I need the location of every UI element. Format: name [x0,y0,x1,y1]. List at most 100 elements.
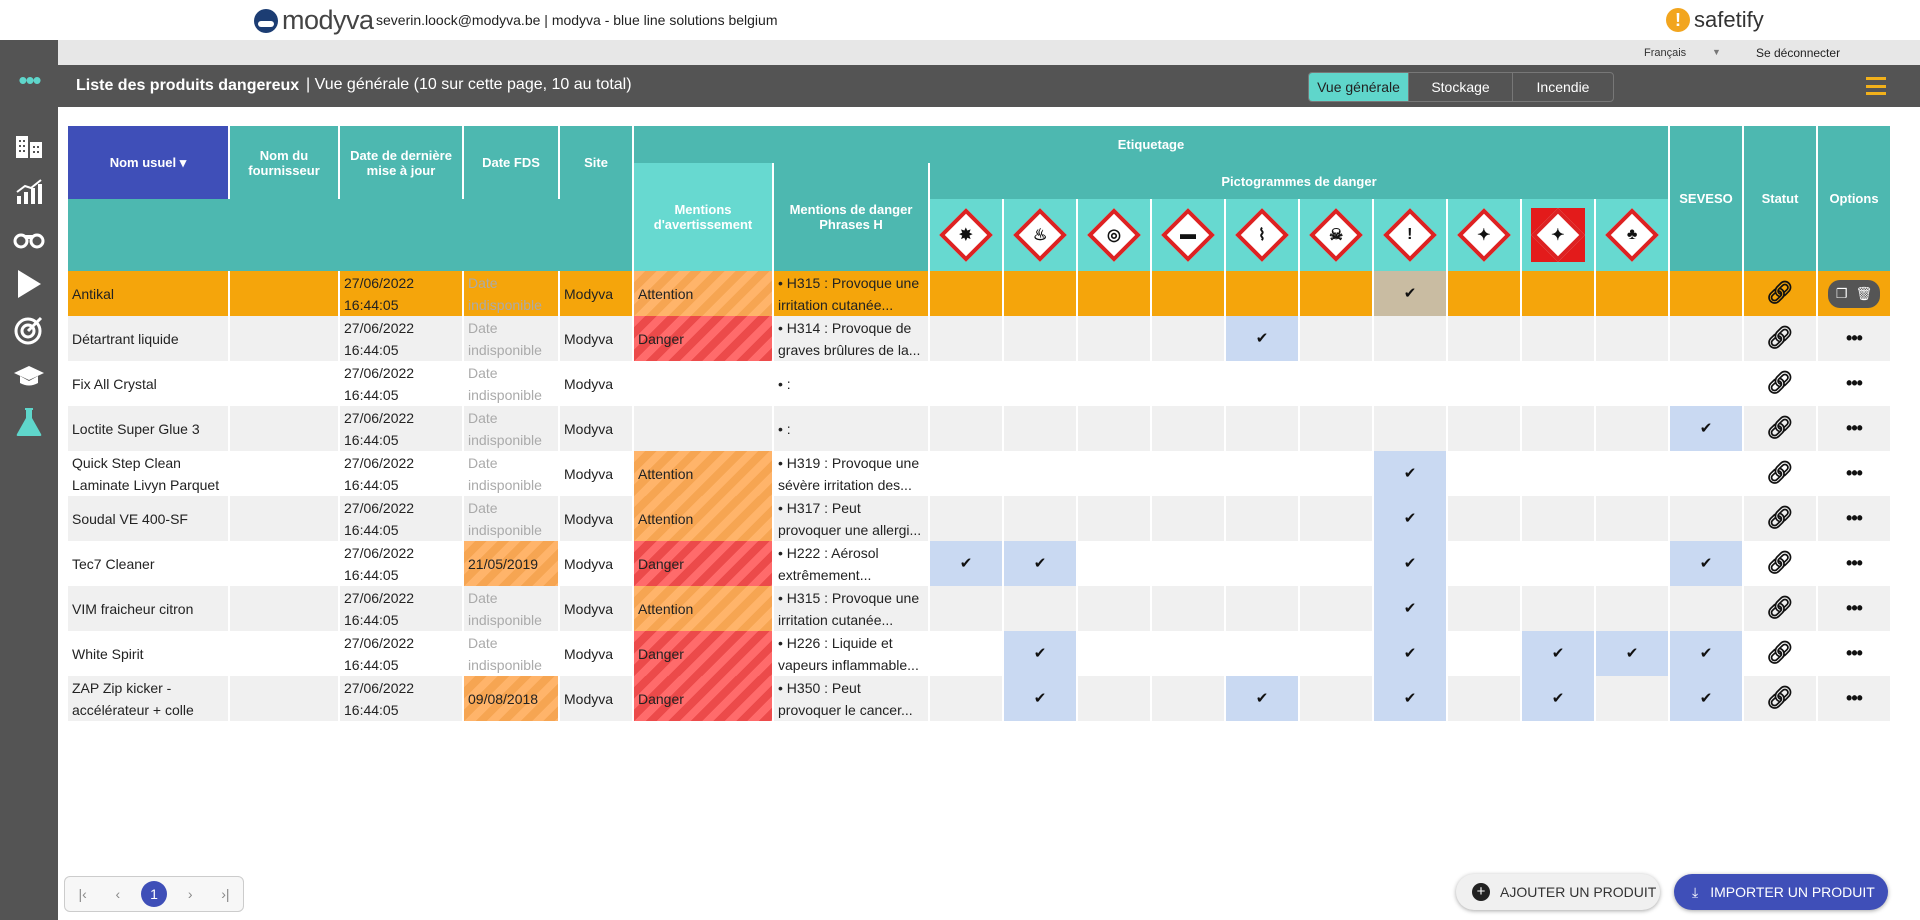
col-nom-usuel[interactable]: Nom usuel ▾ [68,126,228,199]
cell-phrase: • H314 : Provoque de graves brûlures de … [774,316,928,361]
cell-picto-exclamation: ✔ [1374,631,1446,676]
link-icon[interactable]: 🔗︎ [1766,280,1794,305]
picto-oxidizing: ◎ [1078,199,1150,271]
cell-date-maj: 27/06/2022 16:44:05 [340,406,462,451]
cell-supplier [230,676,338,721]
cell-seveso: ✔ [1670,676,1742,721]
chevron-down-icon[interactable]: ▼ [1712,47,1721,57]
import-product-button[interactable]: ⤓ IMPORTER UN PRODUIT [1674,874,1888,910]
header-spacer [68,199,632,271]
check-icon: ✔ [1403,600,1417,617]
cell-seveso [1670,451,1742,496]
cell-date-fds: Date indisponible [464,451,558,496]
cell-picto-environment [1596,361,1668,406]
buildings-icon[interactable] [13,130,45,162]
hamburger-menu-icon[interactable] [1866,77,1886,95]
link-icon[interactable]: 🔗︎ [1766,370,1794,395]
table-row[interactable]: Antikal 27/06/2022 16:44:05 Date indisponi… [68,271,1890,316]
more-options-icon[interactable]: ••• [1846,373,1863,393]
cell-picto-corrosive [1226,586,1298,631]
exclamation-icon: ! [1407,225,1413,243]
table-row[interactable]: Tec7 Cleaner 27/06/2022 16:44:05 21/05/201… [68,541,1890,586]
col-mentions-avertissement[interactable]: Mentions d'avertissement [634,163,772,271]
table-row[interactable]: Quick Step Clean Laminate Livyn Parquet 2… [68,451,1890,496]
cell-picto-health-hazard [1448,271,1520,316]
next-page-button[interactable]: › [178,886,202,902]
cell-date-fds: Date indisponible [464,361,558,406]
link-icon[interactable]: 🔗︎ [1766,595,1794,620]
last-page-button[interactable]: ›| [213,886,237,902]
cell-seveso [1670,586,1742,631]
prev-page-button[interactable]: ‹ [106,886,130,902]
col-date-maj[interactable]: Date de dernière mise à jour [340,126,462,199]
more-options-icon[interactable]: ••• [1846,598,1863,618]
toxic-icon: ☠ [1328,227,1344,244]
dots-icon[interactable]: ••• [13,64,45,96]
more-options-icon[interactable]: ••• [1846,508,1863,528]
current-page-button[interactable]: 1 [140,881,167,907]
cell-picto-flammable [1004,496,1076,541]
brand[interactable]: modyva [254,5,374,36]
cell-picto-explosive [930,271,1002,316]
more-options-icon[interactable]: ••• [1846,328,1863,348]
first-page-button[interactable]: |‹ [71,886,95,902]
logout-link[interactable]: Se déconnecter [1756,46,1840,60]
add-product-button[interactable]: + AJOUTER UN PRODUIT [1456,874,1660,910]
cell-picto-cmr [1522,271,1594,316]
col-date-fds[interactable]: Date FDS [464,126,558,199]
more-options-icon[interactable]: ••• [1846,643,1863,663]
link-icon[interactable]: 🔗︎ [1766,415,1794,440]
cell-picto-gas-cylinder [1152,271,1224,316]
cell-picto-exclamation: ✔ [1374,586,1446,631]
chart-icon[interactable] [13,176,45,208]
link-icon[interactable]: 🔗︎ [1766,460,1794,485]
binoculars-icon[interactable] [13,222,45,254]
cell-supplier [230,271,338,316]
picto-flammable: ♨ [1004,199,1076,271]
graduation-cap-icon[interactable] [13,360,45,392]
cell-name: Fix All Crystal [68,361,228,406]
col-statut[interactable]: Statut [1744,126,1816,271]
phrase-text: • : [778,375,791,392]
table-row[interactable]: Loctite Super Glue 3 27/06/2022 16:44:05 D… [68,406,1890,451]
link-icon[interactable]: 🔗︎ [1766,505,1794,530]
link-icon[interactable]: 🔗︎ [1766,685,1794,710]
col-mentions-danger[interactable]: Mentions de danger Phrases H [774,163,928,271]
cell-picto-toxic [1300,676,1372,721]
language-select[interactable]: Français [1644,47,1686,59]
more-options-icon[interactable]: ••• [1846,553,1863,573]
more-options-icon[interactable]: ••• [1846,463,1863,483]
cell-supplier [230,361,338,406]
link-icon[interactable]: 🔗︎ [1766,550,1794,575]
play-icon[interactable] [13,268,45,300]
sidebar: ••• [0,40,58,920]
col-site[interactable]: Site [560,126,632,199]
tab-stockage[interactable]: Stockage [1409,73,1513,101]
more-options-icon[interactable]: ••• [1846,418,1863,438]
trash-icon[interactable]: 🗑︎ [1856,283,1873,305]
link-icon[interactable]: 🔗︎ [1766,640,1794,665]
table-row[interactable]: White Spirit 27/06/2022 16:44:05 Date indi… [68,631,1890,676]
cell-mention: Danger [634,541,772,586]
table-row[interactable]: Détartrant liquide 27/06/2022 16:44:05 Dat… [68,316,1890,361]
tab-vue-generale[interactable]: Vue générale [1309,73,1409,101]
col-nom-fournisseur[interactable]: Nom du fournisseur [230,126,338,199]
col-seveso[interactable]: SEVESO [1670,126,1742,271]
picto-gas-cylinder: ▬ [1152,199,1224,271]
more-options-icon[interactable]: ••• [1846,688,1863,708]
cell-supplier [230,541,338,586]
check-icon: ✔ [1403,645,1417,662]
page-title: Liste des produits dangereux [76,77,300,94]
copy-icon[interactable]: ❐ [1836,283,1848,305]
table-row[interactable]: Soudal VE 400-SF 27/06/2022 16:44:05 Date … [68,496,1890,541]
table-row[interactable]: Fix All Crystal 27/06/2022 16:44:05 Date i… [68,361,1890,406]
table-row[interactable]: ZAP Zip kicker - accélérateur + colle 27/… [68,676,1890,721]
table-row[interactable]: VIM fraicheur citron 27/06/2022 16:44:05 D… [68,586,1890,631]
flask-icon[interactable] [13,406,45,438]
cell-picto-explosive [930,676,1002,721]
tab-incendie[interactable]: Incendie [1513,73,1613,101]
cell-seveso [1670,496,1742,541]
link-icon[interactable]: 🔗︎ [1766,325,1794,350]
cell-picto-exclamation: ✔ [1374,541,1446,586]
target-icon[interactable] [13,314,45,346]
